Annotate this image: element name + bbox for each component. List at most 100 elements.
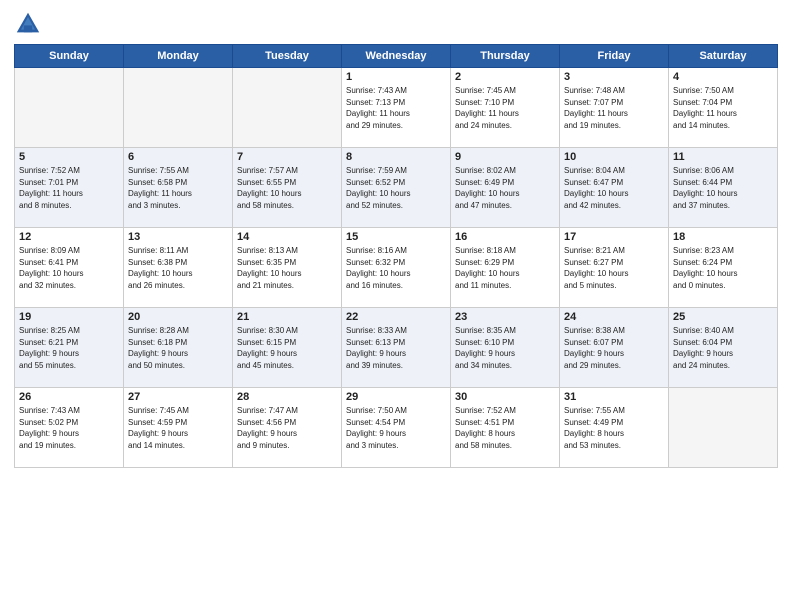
calendar-table: SundayMondayTuesdayWednesdayThursdayFrid… <box>14 44 778 468</box>
calendar-cell: 21Sunrise: 8:30 AM Sunset: 6:15 PM Dayli… <box>233 308 342 388</box>
calendar-cell: 20 Sunrise: 8:28 AM Sunset: 6:18 PM Dayli… <box>124 308 233 388</box>
calendar-cell: 19 Sunrise: 8:25 AM Sunset: 6:21 PM Dayli… <box>15 308 124 388</box>
day-info: Sunrise: 8:02 AM Sunset: 6:49 PM Dayligh… <box>455 165 555 211</box>
day-number: 10 <box>564 151 664 163</box>
day-info: Sunrise: 7:55 AM Sunset: 6:58 PM Dayligh… <box>128 165 228 211</box>
day-number: 5 <box>19 151 119 163</box>
day-number: 21 <box>237 311 337 323</box>
calendar-cell: 6 Sunrise: 7:55 AM Sunset: 6:58 PM Daylig… <box>124 148 233 228</box>
day-number: 13 <box>128 231 228 243</box>
day-info: Sunrise: 8:09 AM Sunset: 6:41 PM Dayligh… <box>19 245 119 291</box>
weekday-header-monday: Monday <box>124 45 233 68</box>
day-info: Sunrise: 7:52 AM Sunset: 4:51 PM Dayligh… <box>455 405 555 451</box>
day-number: 23 <box>455 311 555 323</box>
weekday-header-tuesday: Tuesday <box>233 45 342 68</box>
calendar-cell: 16 Sunrise: 8:18 AM Sunset: 6:29 PM Dayli… <box>451 228 560 308</box>
day-info: Sunrise: 8:11 AM Sunset: 6:38 PM Dayligh… <box>128 245 228 291</box>
day-info: Sunrise: 7:57 AM Sunset: 6:55 PM Dayligh… <box>237 165 337 211</box>
logo <box>14 10 45 38</box>
logo-icon <box>14 10 42 38</box>
day-info: Sunrise: 8:33 AM Sunset: 6:13 PM Dayligh… <box>346 325 446 371</box>
day-info: Sunrise: 7:50 AM Sunset: 4:54 PM Dayligh… <box>346 405 446 451</box>
calendar-cell: 31 Sunrise: 7:55 AM Sunset: 4:49 PM Dayli… <box>560 388 669 468</box>
day-info: Sunrise: 8:28 AM Sunset: 6:18 PM Dayligh… <box>128 325 228 371</box>
day-number: 31 <box>564 391 664 403</box>
day-info: Sunrise: 8:21 AM Sunset: 6:27 PM Dayligh… <box>564 245 664 291</box>
day-info: Sunrise: 7:52 AM Sunset: 7:01 PM Dayligh… <box>19 165 119 211</box>
day-info: Sunrise: 7:59 AM Sunset: 6:52 PM Dayligh… <box>346 165 446 211</box>
calendar-week-row: 1 Sunrise: 7:43 AM Sunset: 7:13 PM Daylig… <box>15 68 778 148</box>
day-info: Sunrise: 7:55 AM Sunset: 4:49 PM Dayligh… <box>564 405 664 451</box>
day-info: Sunrise: 8:40 AM Sunset: 6:04 PM Dayligh… <box>673 325 773 371</box>
calendar-cell <box>233 68 342 148</box>
calendar-week-row: 5 Sunrise: 7:52 AM Sunset: 7:01 PM Daylig… <box>15 148 778 228</box>
calendar-cell: 15Sunrise: 8:16 AM Sunset: 6:32 PM Dayli… <box>342 228 451 308</box>
day-number: 24 <box>564 311 664 323</box>
day-number: 8 <box>346 151 446 163</box>
day-number: 16 <box>455 231 555 243</box>
day-info: Sunrise: 8:13 AM Sunset: 6:35 PM Dayligh… <box>237 245 337 291</box>
calendar-cell <box>15 68 124 148</box>
calendar-cell: 27Sunrise: 7:45 AM Sunset: 4:59 PM Dayli… <box>124 388 233 468</box>
day-info: Sunrise: 7:47 AM Sunset: 4:56 PM Dayligh… <box>237 405 337 451</box>
calendar-cell: 2 Sunrise: 7:45 AM Sunset: 7:10 PM Daylig… <box>451 68 560 148</box>
day-number: 9 <box>455 151 555 163</box>
calendar-cell: 8 Sunrise: 7:59 AM Sunset: 6:52 PM Daylig… <box>342 148 451 228</box>
page-header <box>14 10 778 38</box>
weekday-header-thursday: Thursday <box>451 45 560 68</box>
day-info: Sunrise: 8:18 AM Sunset: 6:29 PM Dayligh… <box>455 245 555 291</box>
day-number: 14 <box>237 231 337 243</box>
day-number: 26 <box>19 391 119 403</box>
calendar-week-row: 26Sunrise: 7:43 AM Sunset: 5:02 PM Dayli… <box>15 388 778 468</box>
day-number: 1 <box>346 71 446 83</box>
day-number: 6 <box>128 151 228 163</box>
calendar-cell: 18 Sunrise: 8:23 AM Sunset: 6:24 PM Dayli… <box>669 228 778 308</box>
calendar-cell: 7Sunrise: 7:57 AM Sunset: 6:55 PM Daylig… <box>233 148 342 228</box>
day-info: Sunrise: 8:25 AM Sunset: 6:21 PM Dayligh… <box>19 325 119 371</box>
calendar-cell: 1 Sunrise: 7:43 AM Sunset: 7:13 PM Daylig… <box>342 68 451 148</box>
calendar-cell: 5 Sunrise: 7:52 AM Sunset: 7:01 PM Daylig… <box>15 148 124 228</box>
calendar-cell: 24 Sunrise: 8:38 AM Sunset: 6:07 PM Dayli… <box>560 308 669 388</box>
day-number: 27 <box>128 391 228 403</box>
day-info: Sunrise: 7:50 AM Sunset: 7:04 PM Dayligh… <box>673 85 773 131</box>
calendar-cell: 26Sunrise: 7:43 AM Sunset: 5:02 PM Dayli… <box>15 388 124 468</box>
day-number: 2 <box>455 71 555 83</box>
day-number: 30 <box>455 391 555 403</box>
weekday-header-row: SundayMondayTuesdayWednesdayThursdayFrid… <box>15 45 778 68</box>
day-number: 15 <box>346 231 446 243</box>
calendar-cell: 29Sunrise: 7:50 AM Sunset: 4:54 PM Dayli… <box>342 388 451 468</box>
day-info: Sunrise: 8:04 AM Sunset: 6:47 PM Dayligh… <box>564 165 664 211</box>
day-info: Sunrise: 8:38 AM Sunset: 6:07 PM Dayligh… <box>564 325 664 371</box>
day-info: Sunrise: 8:23 AM Sunset: 6:24 PM Dayligh… <box>673 245 773 291</box>
calendar-cell: 28 Sunrise: 7:47 AM Sunset: 4:56 PM Dayli… <box>233 388 342 468</box>
day-info: Sunrise: 8:35 AM Sunset: 6:10 PM Dayligh… <box>455 325 555 371</box>
calendar-cell <box>669 388 778 468</box>
day-number: 19 <box>19 311 119 323</box>
calendar-cell: 23 Sunrise: 8:35 AM Sunset: 6:10 PM Dayli… <box>451 308 560 388</box>
calendar-week-row: 12 Sunrise: 8:09 AM Sunset: 6:41 PM Dayli… <box>15 228 778 308</box>
day-number: 12 <box>19 231 119 243</box>
calendar-cell: 25Sunrise: 8:40 AM Sunset: 6:04 PM Dayli… <box>669 308 778 388</box>
calendar-cell: 22 Sunrise: 8:33 AM Sunset: 6:13 PM Dayli… <box>342 308 451 388</box>
day-number: 22 <box>346 311 446 323</box>
weekday-header-sunday: Sunday <box>15 45 124 68</box>
calendar-cell: 10 Sunrise: 8:04 AM Sunset: 6:47 PM Dayli… <box>560 148 669 228</box>
weekday-header-wednesday: Wednesday <box>342 45 451 68</box>
calendar-cell: 4Sunrise: 7:50 AM Sunset: 7:04 PM Daylig… <box>669 68 778 148</box>
day-number: 28 <box>237 391 337 403</box>
weekday-header-friday: Friday <box>560 45 669 68</box>
calendar-week-row: 19 Sunrise: 8:25 AM Sunset: 6:21 PM Dayli… <box>15 308 778 388</box>
calendar-cell: 3Sunrise: 7:48 AM Sunset: 7:07 PM Daylig… <box>560 68 669 148</box>
day-info: Sunrise: 7:43 AM Sunset: 7:13 PM Dayligh… <box>346 85 446 131</box>
calendar-cell: 11Sunrise: 8:06 AM Sunset: 6:44 PM Dayli… <box>669 148 778 228</box>
calendar-page: SundayMondayTuesdayWednesdayThursdayFrid… <box>0 0 792 612</box>
day-info: Sunrise: 7:45 AM Sunset: 7:10 PM Dayligh… <box>455 85 555 131</box>
calendar-cell: 12 Sunrise: 8:09 AM Sunset: 6:41 PM Dayli… <box>15 228 124 308</box>
day-number: 11 <box>673 151 773 163</box>
day-number: 18 <box>673 231 773 243</box>
day-number: 3 <box>564 71 664 83</box>
calendar-cell: 30 Sunrise: 7:52 AM Sunset: 4:51 PM Dayli… <box>451 388 560 468</box>
day-number: 20 <box>128 311 228 323</box>
weekday-header-saturday: Saturday <box>669 45 778 68</box>
calendar-cell <box>124 68 233 148</box>
